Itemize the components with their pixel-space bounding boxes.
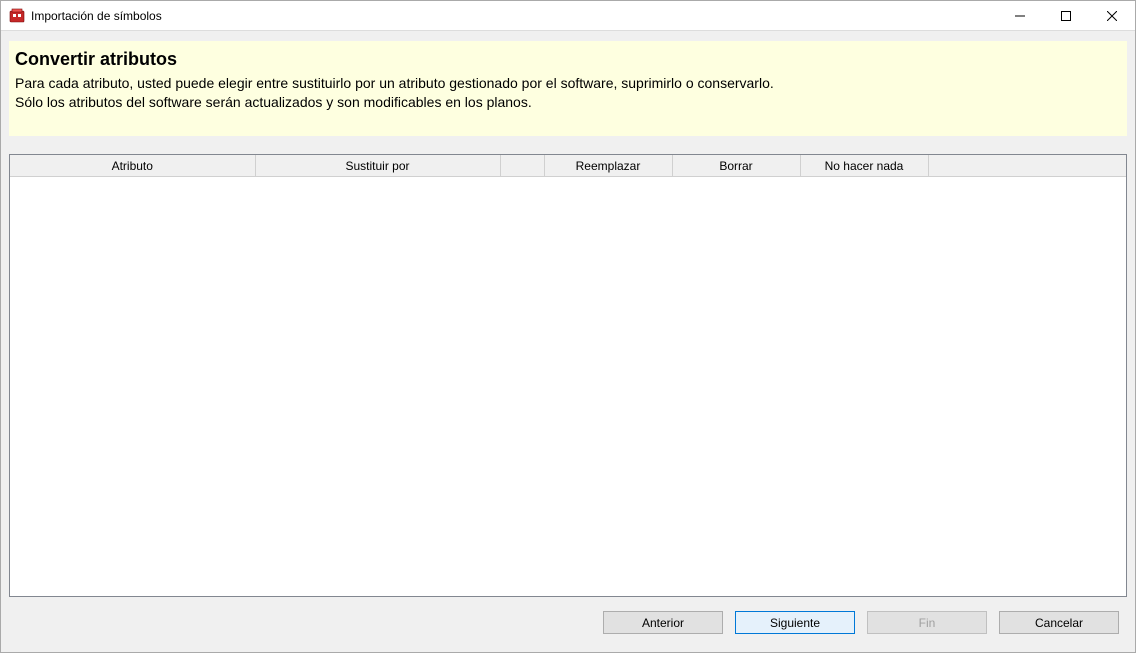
col-header-substitute[interactable]: Sustituir por <box>255 155 500 177</box>
wizard-button-row: Anterior Siguiente Fin Cancelar <box>9 607 1127 644</box>
app-icon <box>9 8 25 24</box>
col-header-rest[interactable] <box>928 155 1126 177</box>
info-panel: Convertir atributos Para cada atributo, … <box>9 41 1127 136</box>
finish-button[interactable]: Fin <box>867 611 987 634</box>
window-title: Importación de símbolos <box>31 9 997 23</box>
info-line-2: Sólo los atributos del software serán ac… <box>15 93 1121 112</box>
attributes-table: Atributo Sustituir por Reemplazar Borrar… <box>10 155 1126 178</box>
cancel-button[interactable]: Cancelar <box>999 611 1119 634</box>
minimize-button[interactable] <box>997 1 1043 30</box>
col-header-narrow[interactable] <box>500 155 544 177</box>
attributes-table-container: Atributo Sustituir por Reemplazar Borrar… <box>9 154 1127 597</box>
maximize-button[interactable] <box>1043 1 1089 30</box>
content-area: Convertir atributos Para cada atributo, … <box>1 31 1135 652</box>
titlebar: Importación de símbolos <box>1 1 1135 31</box>
col-header-replace[interactable]: Reemplazar <box>544 155 672 177</box>
info-heading: Convertir atributos <box>15 49 1121 70</box>
next-button[interactable]: Siguiente <box>735 611 855 634</box>
col-header-nothing[interactable]: No hacer nada <box>800 155 928 177</box>
col-header-delete[interactable]: Borrar <box>672 155 800 177</box>
info-line-1: Para cada atributo, usted puede elegir e… <box>15 74 1121 93</box>
window-controls <box>997 1 1135 30</box>
dialog-window: Importación de símbolos Convertir atribu… <box>0 0 1136 653</box>
previous-button[interactable]: Anterior <box>603 611 723 634</box>
close-button[interactable] <box>1089 1 1135 30</box>
col-header-attribute[interactable]: Atributo <box>10 155 255 177</box>
